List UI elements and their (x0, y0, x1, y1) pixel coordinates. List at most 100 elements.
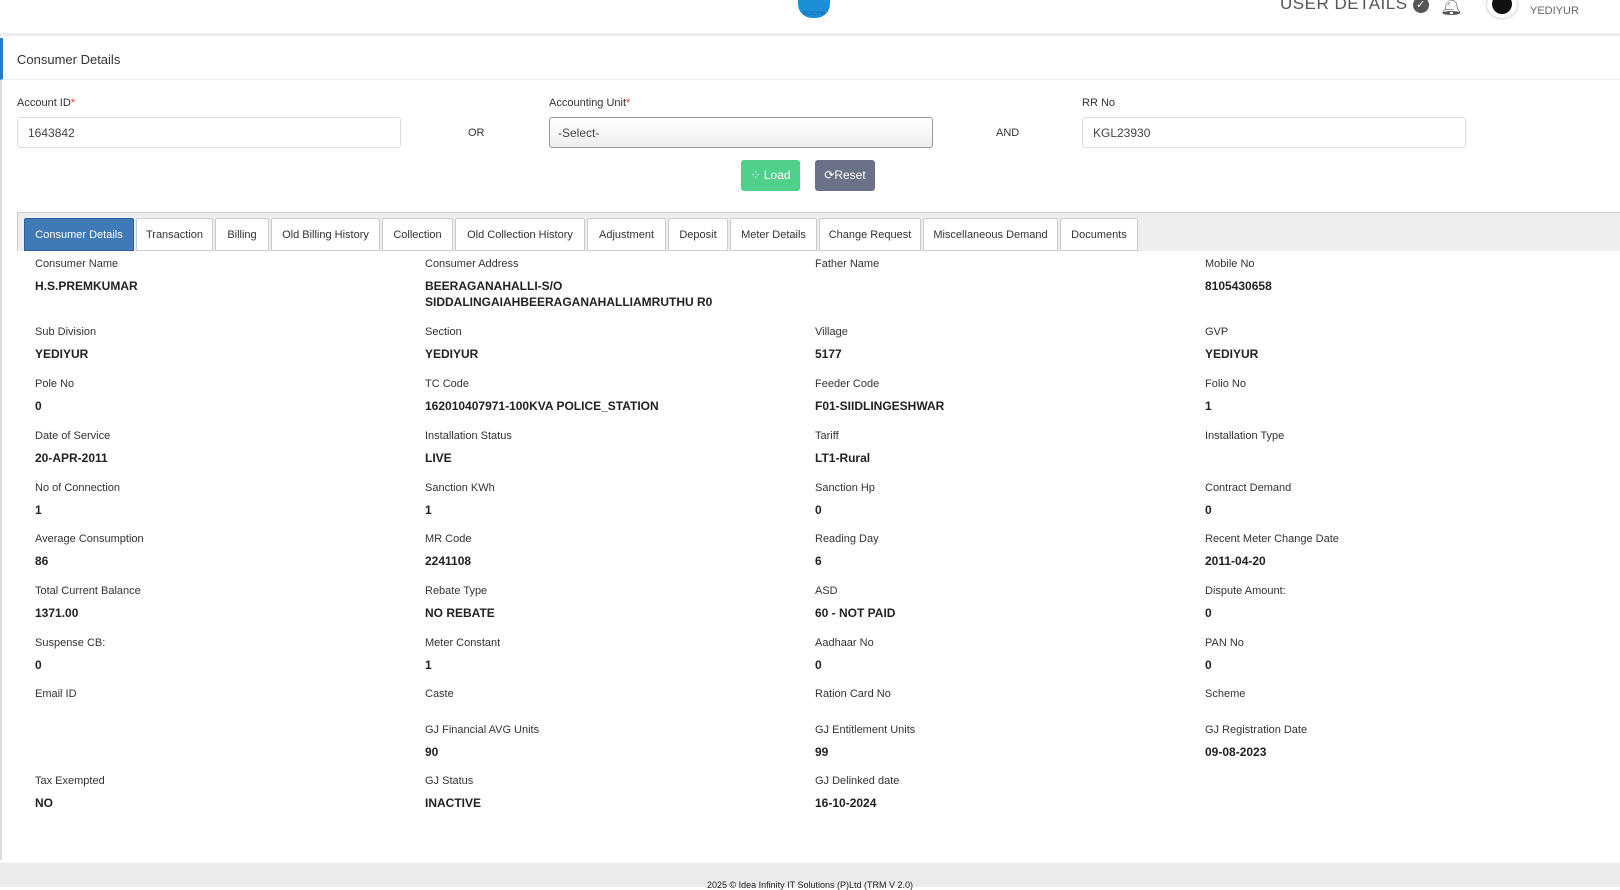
section-header: Consumer Details (0, 38, 1620, 80)
field-label: Pole No (35, 378, 75, 390)
field-label: GJ Registration Date (1205, 724, 1308, 736)
field-label: Recent Meter Change Date (1205, 533, 1339, 545)
field-value: 5177 (815, 347, 842, 361)
field-label: Average Consumption (35, 533, 144, 545)
account-id-input[interactable]: 1643842 (17, 117, 401, 148)
tab-adjustment[interactable]: Adjustment (587, 218, 666, 251)
field-value: 09-08-2023 (1205, 745, 1267, 759)
field-label: Folio No (1205, 378, 1246, 390)
field-value: H.S.PREMKUMAR (35, 279, 138, 293)
field-label: Ration Card No (815, 688, 891, 700)
refresh-icon: ⟳ (824, 168, 835, 182)
field-label: No of Connection (35, 482, 120, 494)
tab-documents[interactable]: Documents (1060, 218, 1138, 251)
tab-consumer-details[interactable]: Consumer Details (24, 218, 134, 251)
field-label: Scheme (1205, 688, 1246, 700)
field-label: GJ Status (425, 775, 474, 787)
field-value: 8105430658 (1205, 279, 1272, 293)
logo-text: BESCOM (803, 11, 825, 17)
field-label: Date of Service (35, 430, 111, 442)
load-button[interactable]: ⁘ Load (741, 160, 800, 191)
field-label: Father Name (815, 258, 880, 270)
field-value: 0 (35, 658, 42, 672)
field-value: NO (35, 796, 53, 810)
field-value: F01-SIIDLINGESHWAR (815, 399, 945, 413)
rr-no-label: RR No (1082, 97, 1116, 109)
field-label: Section (425, 326, 462, 338)
username: YEDIYUR (1530, 5, 1579, 17)
field-label: Consumer Address (425, 258, 519, 270)
field-label: GJ Delinked date (815, 775, 900, 787)
field-label: Rebate Type (425, 585, 488, 597)
field-label: Village (815, 326, 848, 338)
avatar[interactable] (1487, 0, 1517, 18)
field-value: 1 (425, 658, 432, 672)
accounting-unit-select[interactable]: -Select- (549, 117, 933, 148)
field-label: Reading Day (815, 533, 879, 545)
and-label: AND (996, 127, 1020, 139)
field-value: 0 (1205, 658, 1212, 672)
field-label: Consumer Name (35, 258, 119, 270)
spinner-icon: ⁘ (750, 168, 761, 182)
accounting-unit-label: Accounting Unit* (549, 97, 631, 109)
field-label: ASD (815, 585, 838, 597)
tab-bar: Consumer Details Transaction Billing Old Bi… (17, 212, 1620, 251)
field-label: TC Code (425, 378, 470, 390)
field-label: GJ Financial AVG Units (425, 724, 540, 736)
tab-billing[interactable]: Billing (215, 218, 269, 251)
field-label: Caste (425, 688, 454, 700)
field-value: 86 (35, 554, 49, 568)
field-label: Dispute Amount: (1205, 585, 1286, 597)
field-value: 0 (815, 503, 822, 517)
field-value: NO REBATE (425, 606, 495, 620)
tab-change-request[interactable]: Change Request (819, 218, 921, 251)
field-label: Meter Constant (425, 637, 501, 649)
user-details-dropdown[interactable]: USER DETAILS ✓ (1280, 0, 1429, 14)
field-value: LT1-Rural (815, 451, 871, 465)
field-value: 20-APR-2011 (35, 451, 108, 465)
field-value: 1 (1205, 399, 1212, 413)
field-value: 0 (815, 658, 822, 672)
field-value: INACTIVE (425, 796, 482, 810)
field-label: GJ Entitlement Units (815, 724, 916, 736)
field-value: 1371.00 (35, 606, 79, 620)
field-value: 1 (35, 503, 42, 517)
bell-icon[interactable]: 🔔︎ (1440, 0, 1463, 17)
field-value: LIVE (425, 451, 452, 465)
field-value: BEERAGANAHALLI-S/O SIDDALINGAIAHBEERAGAN… (425, 279, 713, 309)
account-id-label: Account ID* (17, 97, 76, 109)
tab-meter-details[interactable]: Meter Details (730, 218, 817, 251)
field-label: MR Code (425, 533, 472, 545)
field-label: Sanction KWh (425, 482, 495, 494)
divider (0, 80, 2, 860)
tab-old-collection-history[interactable]: Old Collection History (455, 218, 585, 251)
field-value: YEDIYUR (35, 347, 89, 361)
rr-no-input[interactable]: KGL23930 (1082, 117, 1466, 148)
field-label: PAN No (1205, 637, 1244, 649)
field-label: GVP (1205, 326, 1229, 338)
field-label: Installation Status (425, 430, 512, 442)
field-value: 2011-04-20 (1205, 554, 1266, 568)
tab-miscellaneous-demand[interactable]: Miscellaneous Demand (923, 218, 1058, 251)
tab-deposit[interactable]: Deposit (668, 218, 728, 251)
reset-button[interactable]: ⟳Reset (815, 160, 875, 191)
field-label: Aadhaar No (815, 637, 874, 649)
field-value: 90 (425, 745, 439, 759)
field-value: 2241108 (425, 554, 472, 568)
field-label: Sanction Hp (815, 482, 875, 494)
footer: 2025 © Idea Infinity IT Solutions (P)Ltd… (0, 863, 1620, 890)
field-value: 60 - NOT PAID (815, 606, 896, 620)
field-value: 0 (1205, 606, 1212, 620)
field-label: Mobile No (1205, 258, 1255, 270)
tab-transaction[interactable]: Transaction (136, 218, 213, 251)
top-bar: BESCOM USER DETAILS ✓ 🔔︎ YEDIYUR (0, 0, 1620, 36)
field-value: 16-10-2024 (815, 796, 877, 810)
field-value: 99 (815, 745, 829, 759)
field-label: Total Current Balance (35, 585, 141, 597)
field-label: Tariff (815, 430, 839, 442)
chevron-down-icon: ✓ (1412, 0, 1429, 13)
tab-old-billing-history[interactable]: Old Billing History (271, 218, 380, 251)
field-value: 162010407971-100KVA POLICE_STATION (425, 399, 659, 413)
field-value: 6 (815, 554, 822, 568)
tab-collection[interactable]: Collection (382, 218, 453, 251)
